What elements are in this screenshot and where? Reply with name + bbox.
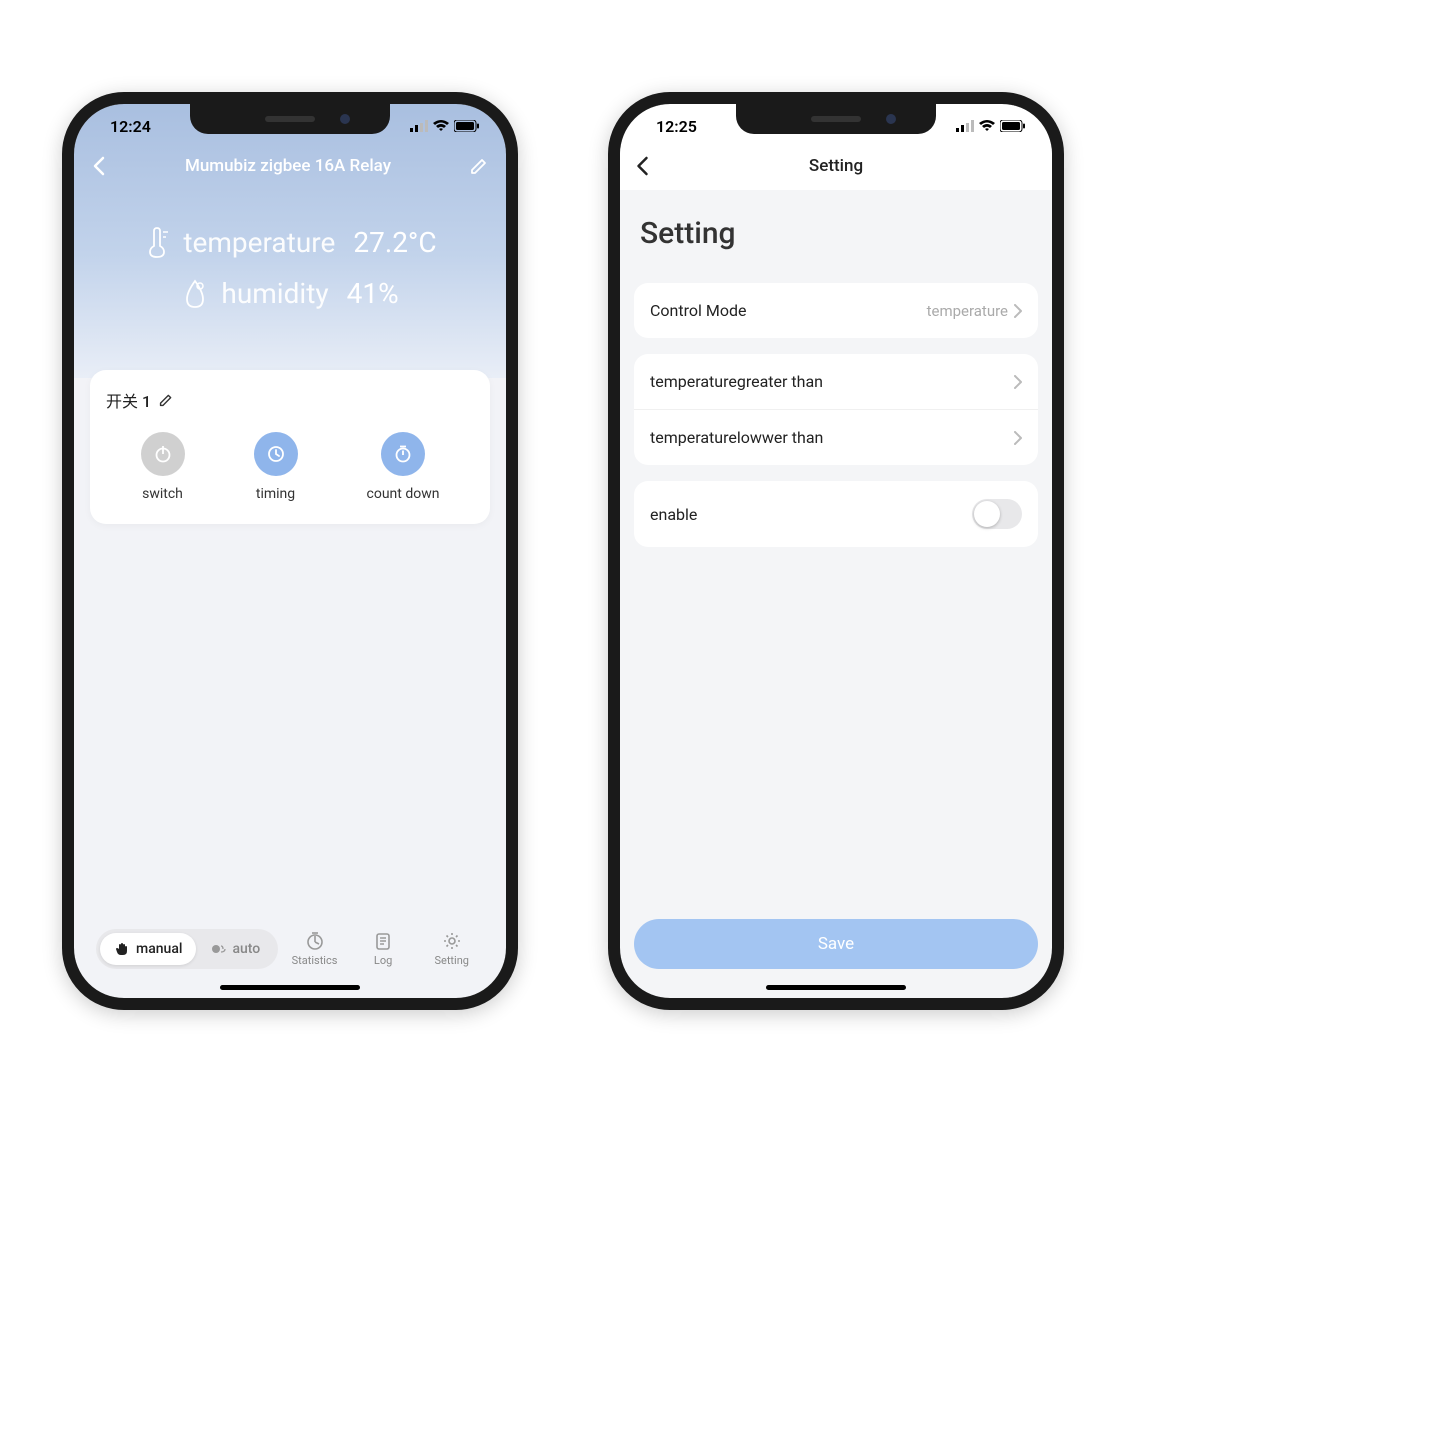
save-button[interactable]: Save — [634, 919, 1038, 969]
auto-icon — [210, 941, 226, 957]
control-mode-value: temperature — [927, 302, 1008, 320]
hand-icon — [114, 941, 130, 957]
enable-label: enable — [650, 505, 697, 524]
battery-icon — [454, 120, 480, 132]
statistics-icon — [305, 931, 325, 951]
temp-lower-row[interactable]: temperaturelowwer than — [634, 409, 1038, 465]
temperature-thresholds-group: temperaturegreater than temperaturelowwe… — [634, 354, 1038, 465]
setting-tab[interactable]: Setting — [419, 931, 484, 967]
control-mode-group: Control Mode temperature — [634, 283, 1038, 338]
timing-label: timing — [256, 486, 295, 502]
device-panel-top: 12:24 Mumubiz zigbee 16A Relay temperatu… — [74, 104, 506, 378]
log-tab[interactable]: Log — [351, 931, 416, 967]
status-icons — [410, 120, 480, 132]
page-heading: Setting — [620, 190, 1052, 283]
edit-icon[interactable] — [470, 157, 488, 175]
back-icon[interactable] — [92, 156, 106, 176]
back-icon[interactable] — [636, 156, 649, 176]
signal-icon — [956, 120, 974, 132]
timing-button[interactable]: timing — [254, 432, 298, 502]
temperature-label: temperature — [183, 226, 335, 259]
phone-device-1: 12:24 Mumubiz zigbee 16A Relay temperatu… — [62, 92, 518, 1010]
enable-row: enable — [634, 481, 1038, 547]
signal-icon — [410, 120, 428, 132]
temp-greater-row[interactable]: temperaturegreater than — [634, 354, 1038, 409]
countdown-button[interactable]: count down — [367, 432, 440, 502]
mode-toggle: manual auto — [96, 929, 278, 969]
auto-mode-button[interactable]: auto — [196, 933, 274, 965]
home-indicator[interactable] — [766, 985, 906, 990]
switch-button[interactable]: switch — [141, 432, 185, 502]
log-icon — [373, 931, 393, 951]
switch-card: 开关 1 switch timing — [90, 370, 490, 524]
card-title: 开关 1 — [106, 388, 151, 412]
humidity-icon — [181, 279, 209, 309]
edit-icon[interactable] — [159, 393, 173, 407]
notch — [190, 104, 390, 134]
bottom-controls: manual auto Statistics Log — [90, 929, 490, 979]
battery-icon — [1000, 120, 1026, 132]
temp-lower-label: temperaturelowwer than — [650, 428, 823, 447]
switch-label: switch — [142, 486, 183, 502]
humidity-reading: humidity 41% — [94, 277, 486, 310]
power-icon — [153, 444, 173, 464]
thermometer-icon — [143, 227, 171, 259]
home-indicator[interactable] — [220, 985, 360, 990]
temperature-value: 27.2°C — [353, 226, 436, 259]
status-icons — [956, 120, 1026, 132]
chevron-right-icon — [1014, 431, 1022, 445]
wifi-icon — [979, 120, 995, 132]
humidity-label: humidity — [221, 277, 328, 310]
control-mode-row[interactable]: Control Mode temperature — [634, 283, 1038, 338]
setting-label: Setting — [434, 954, 469, 967]
enable-toggle[interactable] — [972, 499, 1022, 529]
phone-device-2: 12:25 Setting Setting Control Mode t — [608, 92, 1064, 1010]
page-title: Setting — [649, 156, 1023, 176]
gear-icon — [442, 931, 462, 951]
countdown-icon — [393, 444, 413, 464]
countdown-label: count down — [367, 486, 440, 502]
page-title: Mumubiz zigbee 16A Relay — [106, 156, 470, 176]
chevron-right-icon — [1014, 375, 1022, 389]
temp-greater-label: temperaturegreater than — [650, 372, 823, 391]
statistics-tab[interactable]: Statistics — [282, 931, 347, 967]
auto-label: auto — [232, 941, 260, 957]
status-time: 12:24 — [110, 117, 151, 136]
enable-group: enable — [634, 481, 1038, 547]
manual-mode-button[interactable]: manual — [100, 933, 196, 965]
control-mode-label: Control Mode — [650, 301, 746, 320]
wifi-icon — [433, 120, 449, 132]
statistics-label: Statistics — [292, 954, 338, 967]
humidity-value: 41% — [347, 277, 399, 310]
notch — [736, 104, 936, 134]
log-label: Log — [374, 954, 392, 967]
temperature-reading: temperature 27.2°C — [94, 226, 486, 259]
chevron-right-icon — [1014, 304, 1022, 318]
status-time: 12:25 — [656, 117, 697, 136]
manual-label: manual — [136, 941, 182, 957]
clock-icon — [266, 444, 286, 464]
